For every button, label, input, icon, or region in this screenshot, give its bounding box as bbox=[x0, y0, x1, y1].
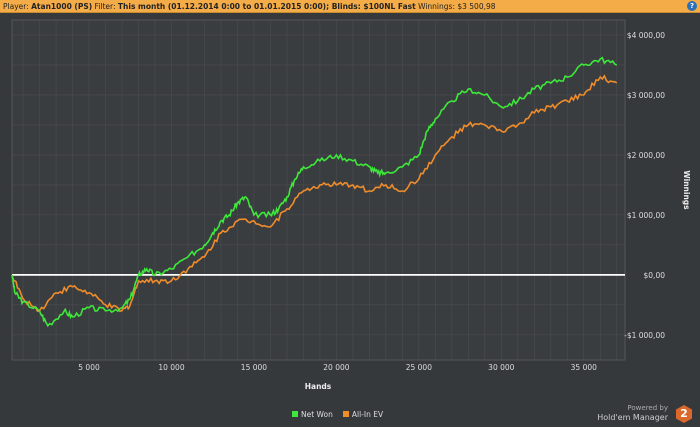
y-tick-label: $3 000,00 bbox=[627, 91, 665, 100]
y-tick-label: $2 000,00 bbox=[627, 151, 665, 160]
all-in-ev-swatch bbox=[342, 411, 349, 417]
brand: Powered by Hold'em Manager bbox=[597, 404, 668, 422]
net-won-swatch bbox=[292, 411, 298, 417]
legend-all-in-ev[interactable]: All-In EV bbox=[342, 410, 384, 419]
brand-name: Hold'em Manager bbox=[597, 413, 668, 422]
y-tick-label: $0,00 bbox=[644, 271, 666, 280]
x-axis-label: Hands bbox=[305, 382, 332, 391]
x-tick-label: 35 000 bbox=[571, 363, 597, 372]
legend-net-won[interactable]: Net Won bbox=[292, 410, 333, 419]
legend-label: All-In EV bbox=[351, 410, 384, 419]
legend-label: Net Won bbox=[301, 410, 333, 419]
x-tick-label: 10 000 bbox=[158, 363, 184, 372]
y-axis-label: Winnings bbox=[682, 170, 691, 210]
y-tick-label: $1 000,00 bbox=[627, 211, 665, 220]
winnings-chart: 5 000 10 000 15 000 20 000 25 000 30 000 35 00… bbox=[11, 19, 691, 391]
y-tick-label: -$1 000,00 bbox=[624, 331, 665, 340]
y-tick-label: $4 000,00 bbox=[627, 31, 665, 40]
x-tick-label: 25 000 bbox=[406, 363, 432, 372]
x-tick-label: 20 000 bbox=[323, 363, 349, 372]
x-tick-label: 5 000 bbox=[78, 363, 100, 372]
legend: Net Won All-In EV bbox=[292, 410, 383, 419]
powered-by: Powered by bbox=[627, 404, 668, 412]
x-tick-label: 30 000 bbox=[488, 363, 514, 372]
x-tick-label: 15 000 bbox=[241, 363, 267, 372]
